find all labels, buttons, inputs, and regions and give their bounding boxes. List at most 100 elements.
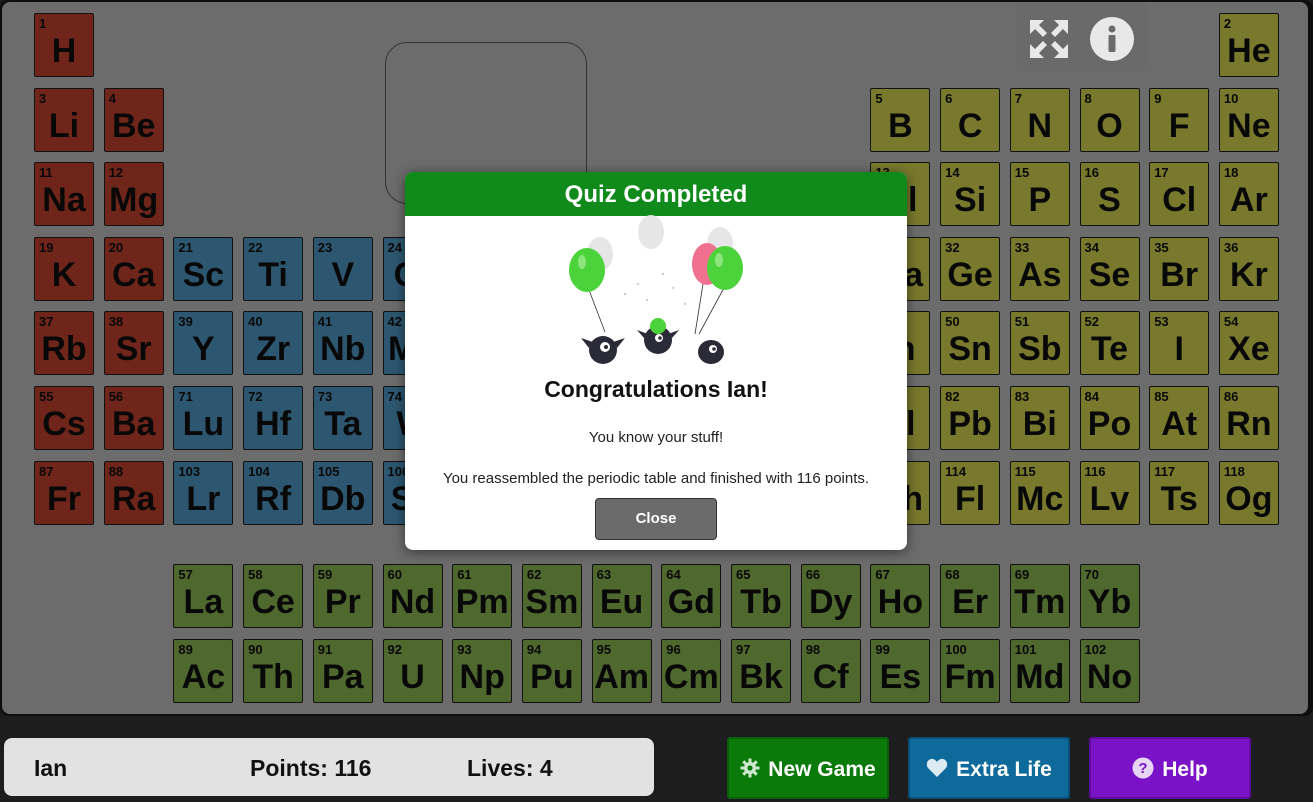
element-tile[interactable]: 99 Es <box>870 639 931 703</box>
element-tile[interactable]: 72 Hf <box>243 386 304 450</box>
element-tile[interactable]: 33 As <box>1009 236 1070 301</box>
element-tile[interactable]: 9F <box>1149 87 1210 152</box>
element-tile[interactable]: 15 P <box>1009 162 1070 227</box>
element-tile[interactable]: 105 Db <box>312 460 373 525</box>
element-tile[interactable]: 58 Ce <box>243 564 304 628</box>
element-tile[interactable]: 60 Nd <box>382 564 443 628</box>
element-tile[interactable]: 102 No <box>1079 639 1140 703</box>
element-tile[interactable]: 22 Ti <box>243 236 304 301</box>
element-symbol: Cl <box>1162 181 1197 220</box>
element-tile[interactable]: 3 Li <box>34 87 94 152</box>
element-tile[interactable]: 97 Bk <box>731 639 791 703</box>
element-tile[interactable]: 39 Y <box>173 311 234 376</box>
element-tile[interactable]: 94 Pu <box>521 639 582 703</box>
element-tile[interactable]: 1H <box>34 13 94 77</box>
element-tile[interactable]: 53 I <box>1149 311 1210 376</box>
element-tile[interactable]: 56 Ba <box>103 386 164 450</box>
element-tile[interactable]: 35 Br <box>1149 236 1210 301</box>
element-tile[interactable]: 65 Tb <box>731 564 791 628</box>
element-tile[interactable]: 62 Sm <box>521 564 582 628</box>
element-tile[interactable]: 11 Na <box>34 162 94 227</box>
element-tile[interactable]: 93 Np <box>452 639 513 703</box>
element-tile[interactable]: 40 Zr <box>243 311 304 376</box>
element-tile[interactable]: 116 Lv <box>1079 460 1140 525</box>
element-tile[interactable]: 101 Md <box>1009 639 1070 703</box>
element-tile[interactable]: 19 K <box>34 236 94 301</box>
element-tile[interactable]: 34 Se <box>1079 236 1140 301</box>
element-tile[interactable]: 63 Eu <box>591 564 652 628</box>
atomic-number: 96 <box>666 642 681 657</box>
element-tile[interactable]: 57 La <box>173 564 234 628</box>
close-button[interactable]: Close <box>595 498 717 540</box>
element-tile[interactable]: 117 Ts <box>1149 460 1210 525</box>
element-tile[interactable]: 64 Gd <box>661 564 722 628</box>
element-tile[interactable]: 98 Cf <box>800 639 861 703</box>
element-tile[interactable]: 51 Sb <box>1009 311 1070 376</box>
extra-life-button[interactable]: Extra Life <box>908 737 1070 799</box>
element-tile[interactable]: 10 Ne <box>1218 87 1279 152</box>
element-tile[interactable]: 5B <box>870 87 931 152</box>
element-tile[interactable]: 74 W <box>382 386 443 450</box>
element-tile[interactable]: 92 U <box>382 639 443 703</box>
element-tile[interactable]: 36 Kr <box>1218 236 1279 301</box>
element-tile[interactable]: 118 Og <box>1218 460 1279 525</box>
element-tile[interactable]: 8O <box>1079 87 1140 152</box>
element-tile[interactable]: 104 Rf <box>243 460 304 525</box>
element-tile[interactable]: 20 Ca <box>103 236 164 301</box>
element-tile[interactable]: 38 Sr <box>103 311 164 376</box>
element-tile[interactable]: 89 Ac <box>173 639 234 703</box>
element-tile[interactable]: 17 Cl <box>1149 162 1210 227</box>
element-tile[interactable]: 90 Th <box>243 639 304 703</box>
element-tile[interactable]: 67 Ho <box>870 564 931 628</box>
element-tile[interactable]: 96 Cm <box>661 639 722 703</box>
element-tile[interactable]: 14 Si <box>940 162 1001 227</box>
help-button[interactable]: ? Help <box>1089 737 1251 799</box>
element-tile[interactable]: 95 Am <box>591 639 652 703</box>
element-tile[interactable]: 23 V <box>312 236 373 301</box>
element-tile[interactable]: 103 Lr <box>173 460 234 525</box>
element-tile[interactable]: 2 He <box>1218 13 1279 77</box>
element-tile[interactable]: 49 In <box>870 311 931 376</box>
element-tile[interactable]: 70 Yb <box>1079 564 1140 628</box>
element-tile[interactable]: 84 Po <box>1079 386 1140 450</box>
element-tile[interactable]: 18 Ar <box>1218 162 1279 227</box>
element-tile[interactable]: 86 Rn <box>1218 386 1279 450</box>
element-tile[interactable]: 88 Ra <box>103 460 164 525</box>
element-tile[interactable]: 16 S <box>1079 162 1140 227</box>
element-tile[interactable]: 61 Pm <box>452 564 513 628</box>
element-tile[interactable]: 83 Bi <box>1009 386 1070 450</box>
element-tile[interactable]: 115 Mc <box>1009 460 1070 525</box>
element-tile[interactable]: 114 Fl <box>940 460 1001 525</box>
element-tile[interactable]: 100 Fm <box>940 639 1001 703</box>
element-tile[interactable]: 71 Lu <box>173 386 234 450</box>
element-tile[interactable]: 13 Al <box>870 162 931 227</box>
element-tile[interactable]: 50 Sn <box>940 311 1001 376</box>
element-tile[interactable]: 82 Pb <box>940 386 1001 450</box>
element-tile[interactable]: 42 Mo <box>382 311 443 376</box>
element-tile[interactable]: 91 Pa <box>312 639 373 703</box>
element-tile[interactable]: 69 Tm <box>1009 564 1070 628</box>
element-tile[interactable]: 85 At <box>1149 386 1210 450</box>
element-tile[interactable]: 113 Nh <box>870 460 931 525</box>
new-game-button[interactable]: New Game <box>727 737 889 799</box>
element-tile[interactable]: 52 Te <box>1079 311 1140 376</box>
element-tile[interactable]: 6C <box>940 87 1001 152</box>
element-tile[interactable]: 4 Be <box>103 87 164 152</box>
element-tile[interactable]: 73 Ta <box>312 386 373 450</box>
element-tile[interactable]: 32 Ge <box>940 236 1001 301</box>
element-tile[interactable]: 55 Cs <box>34 386 94 450</box>
element-tile[interactable]: 37 Rb <box>34 311 94 376</box>
element-tile[interactable]: 106 Sg <box>382 460 443 525</box>
element-tile[interactable]: 24 Cr <box>382 236 443 301</box>
element-tile[interactable]: 7N <box>1009 87 1070 152</box>
element-tile[interactable]: 41 Nb <box>312 311 373 376</box>
element-tile[interactable]: 31 Ga <box>870 236 931 301</box>
element-tile[interactable]: 21 Sc <box>173 236 234 301</box>
element-tile[interactable]: 12 Mg <box>103 162 164 227</box>
element-tile[interactable]: 81 Tl <box>870 386 931 450</box>
element-tile[interactable]: 59 Pr <box>312 564 373 628</box>
element-tile[interactable]: 66 Dy <box>800 564 861 628</box>
element-tile[interactable]: 87 Fr <box>34 460 94 525</box>
element-tile[interactable]: 54 Xe <box>1218 311 1279 376</box>
element-tile[interactable]: 68 Er <box>940 564 1001 628</box>
